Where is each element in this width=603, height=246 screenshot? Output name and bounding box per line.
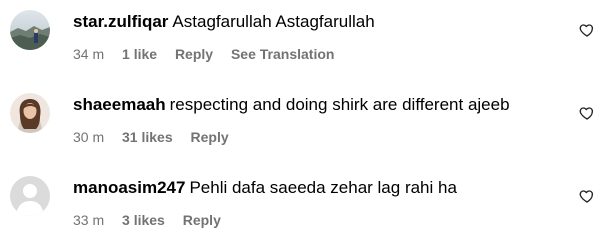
username[interactable]: star.zulfiqar [73,12,168,31]
woman-avatar-image [10,93,50,133]
default-user-icon [10,176,50,216]
avatar[interactable] [10,176,50,216]
landscape-avatar-image [10,10,50,50]
comment-meta: 34 m 1 like Reply See Translation [73,45,563,63]
comment-text: Pehli dafa saeeda zehar lag rahi ha [189,178,457,197]
comment-item: shaeemaah respecting and doing shirk are … [0,83,603,163]
reply-button[interactable]: Reply [175,45,213,63]
reply-button[interactable]: Reply [183,211,221,229]
comment-line: shaeemaah respecting and doing shirk are … [73,93,563,117]
timestamp: 30 m [73,129,105,145]
comment-line: star.zulfiqar Astagfarullah Astagfarullah [73,10,563,34]
timestamp: 34 m [73,46,105,62]
comment-line: manoasim247 Pehli dafa saeeda zehar lag r… [73,176,563,200]
comment-meta: 30 m 31 likes Reply [73,128,563,146]
reply-button[interactable]: Reply [191,128,229,146]
comment-body: manoasim247 Pehli dafa saeeda zehar lag r… [73,176,563,229]
likes-count[interactable]: 3 likes [122,211,165,229]
likes-count[interactable]: 31 likes [122,128,173,146]
comment-text: Astagfarullah Astagfarullah [172,12,375,31]
heart-outline-icon[interactable] [579,22,595,38]
likes-count[interactable]: 1 like [122,45,157,63]
username[interactable]: shaeemaah [73,95,166,114]
comment-item: manoasim247 Pehli dafa saeeda zehar lag r… [0,166,603,246]
see-translation-button[interactable]: See Translation [231,45,334,63]
avatar[interactable] [10,10,50,50]
username[interactable]: manoasim247 [73,178,185,197]
heart-outline-icon[interactable] [579,105,595,121]
comment-item: star.zulfiqar Astagfarullah Astagfarullah… [0,0,603,80]
comment-body: star.zulfiqar Astagfarullah Astagfarullah… [73,10,563,63]
comment-meta: 33 m 3 likes Reply [73,211,563,229]
heart-outline-icon[interactable] [579,188,595,204]
avatar[interactable] [10,93,50,133]
comment-text: respecting and doing shirk are different… [169,95,510,114]
timestamp: 33 m [73,212,105,228]
comment-body: shaeemaah respecting and doing shirk are … [73,93,563,146]
